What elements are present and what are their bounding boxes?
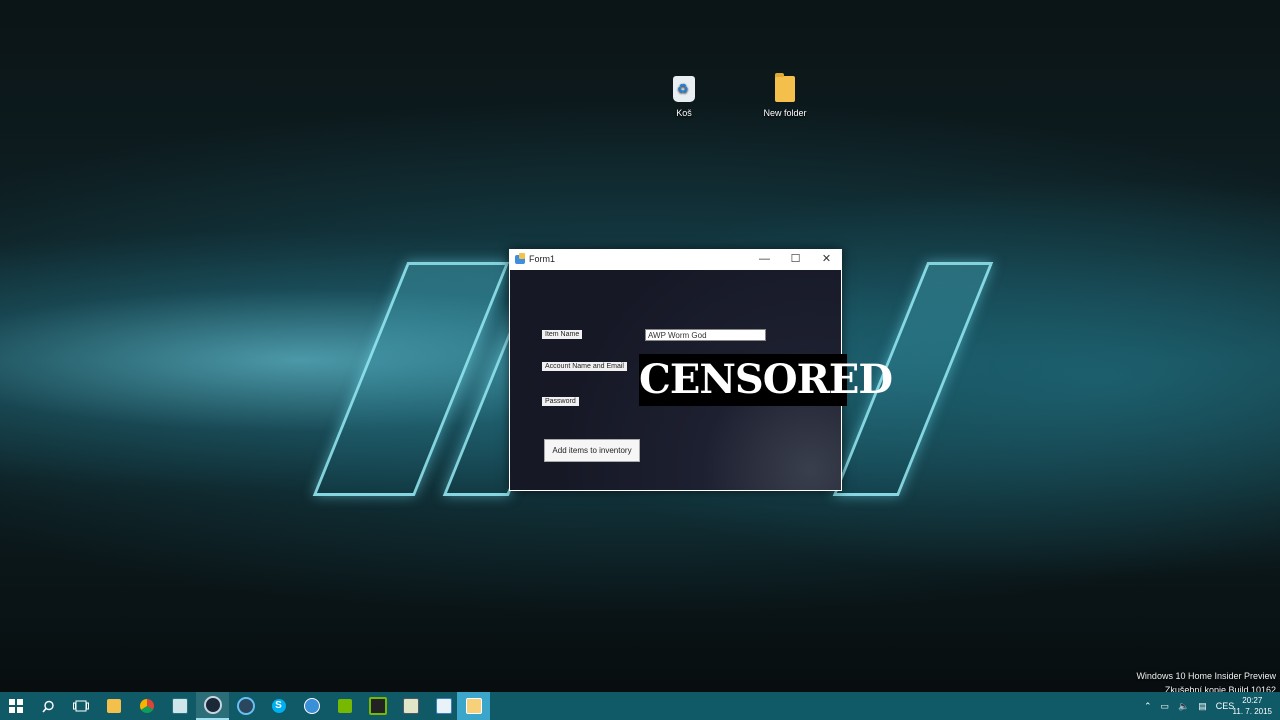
taskbar-app-explorer-window[interactable] [457,692,490,720]
task-view-icon [72,700,89,712]
taskbar-app-generic[interactable] [163,692,196,720]
minimize-button[interactable]: — [749,249,780,270]
desktop-icon-new-folder[interactable]: New folder [750,73,820,118]
taskbar-app-notepad[interactable] [394,692,427,720]
media-icon [435,698,452,714]
account-label: Account Name and Email [542,362,627,371]
search-button[interactable] [32,692,65,720]
taskbar-app-chrome[interactable] [130,692,163,720]
nvidia-icon [337,699,352,713]
network-icon[interactable]: ▭ [1161,701,1170,712]
folder-icon [775,73,795,102]
start-button[interactable] [0,692,32,720]
clock[interactable]: 20:27 11. 7. 2015 [1233,695,1272,717]
task-view-button[interactable] [64,692,97,720]
recycle-bin-icon [673,76,695,102]
nvidia-alt-icon [368,697,387,715]
system-tray: ⌃ ▭ 🔈 ▤ CES [1144,692,1234,720]
item-name-label: Item Name [542,330,583,339]
maximize-button[interactable]: ☐ [780,249,811,270]
taskbar-app-browser[interactable] [295,692,328,720]
close-button[interactable]: ✕ [811,249,842,270]
taskbar-app-nvidia[interactable] [328,692,361,720]
watermark-line: Windows 10 Home Insider Preview [1136,671,1276,681]
taskbar-app-steam[interactable] [196,692,229,720]
censored-overlay: CENSORED [639,354,893,406]
add-items-button[interactable]: Add items to inventory [544,439,640,462]
taskbar-app-file-explorer[interactable] [97,692,130,720]
action-center-icon[interactable]: ▤ [1198,701,1207,712]
start-icon [9,699,23,713]
taskbar: S ⌃ ▭ 🔈 ▤ CES 20:27 11. 7. 2015 [0,692,1280,720]
file-explorer-icon [106,699,121,713]
desktop-icon-recycle-bin[interactable]: Koš [649,76,719,118]
clock-time: 20:27 [1242,696,1263,705]
search-icon [42,700,54,713]
password-label: Password [542,397,579,406]
notepad-icon [402,698,419,714]
window-titlebar[interactable]: Form1 — ☐ ✕ [509,249,842,270]
taskbar-app-media[interactable] [427,692,460,720]
explorer-window-icon [465,698,482,714]
chevron-up-icon[interactable]: ⌃ [1144,701,1152,712]
skype-icon: S [271,699,286,713]
clock-date: 11. 7. 2015 [1232,707,1272,716]
chrome-icon [139,699,154,713]
taskbar-app-steam-alt[interactable] [229,692,262,720]
browser-icon [303,698,320,714]
language-indicator[interactable]: CES [1216,701,1235,711]
volume-icon[interactable]: 🔈 [1178,701,1189,712]
taskbar-app-nvidia-alt[interactable] [361,692,394,720]
desktop-icon-label: New folder [763,108,807,118]
item-name-input[interactable]: AWP Worm God [645,329,766,341]
steam-alt-icon [236,697,255,715]
steam-icon [203,696,222,714]
form-app-icon [515,253,525,264]
window-title: Form1 [529,254,556,264]
taskbar-app-skype[interactable]: S [262,692,295,720]
desktop-icon-label: Koš [676,108,692,118]
app-icon [171,698,188,714]
